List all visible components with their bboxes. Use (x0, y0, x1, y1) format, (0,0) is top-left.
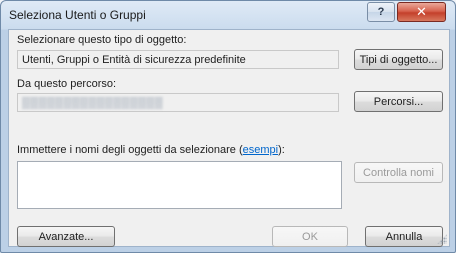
dialog-body: Selezionare questo tipo di oggetto: Uten… (8, 29, 450, 247)
names-label-suffix: ): (278, 144, 285, 156)
object-type-field: Utenti, Gruppi o Entità di sicurezza pre… (17, 50, 339, 69)
title-bar[interactable]: Seleziona Utenti o Gruppi ? ✕ (1, 1, 455, 29)
window-title: Seleziona Utenti o Gruppi (9, 8, 146, 22)
help-button[interactable]: ? (367, 2, 395, 22)
check-names-button[interactable]: Controlla nomi (354, 162, 443, 183)
location-label: Da questo percorso: (17, 78, 117, 90)
names-input[interactable] (17, 161, 342, 209)
examples-link[interactable]: esempi (243, 144, 278, 156)
object-types-button[interactable]: Tipi di oggetto... (354, 49, 443, 70)
close-icon: ✕ (416, 4, 427, 19)
object-type-value: Utenti, Gruppi o Entità di sicurezza pre… (22, 54, 246, 66)
close-button[interactable]: ✕ (397, 2, 446, 22)
advanced-button[interactable]: Avanzate... (17, 226, 115, 247)
locations-button[interactable]: Percorsi... (354, 91, 443, 112)
object-type-label: Selezionare questo tipo di oggetto: (17, 34, 187, 46)
location-field: ▒▒▒▒▒▒▒▒▒▒▒▒▒▒▒▒▒ (17, 93, 339, 112)
dialog-window: Seleziona Utenti o Gruppi ? ✕ Selezionar… (0, 0, 456, 253)
location-value: ▒▒▒▒▒▒▒▒▒▒▒▒▒▒▒▒▒ (22, 97, 163, 109)
ok-button[interactable]: OK (272, 226, 348, 247)
names-label-prefix: Immettere i nomi degli oggetti da selezi… (17, 144, 243, 156)
cancel-button[interactable]: Annulla (365, 226, 443, 247)
names-label: Immettere i nomi degli oggetti da selezi… (17, 144, 285, 156)
